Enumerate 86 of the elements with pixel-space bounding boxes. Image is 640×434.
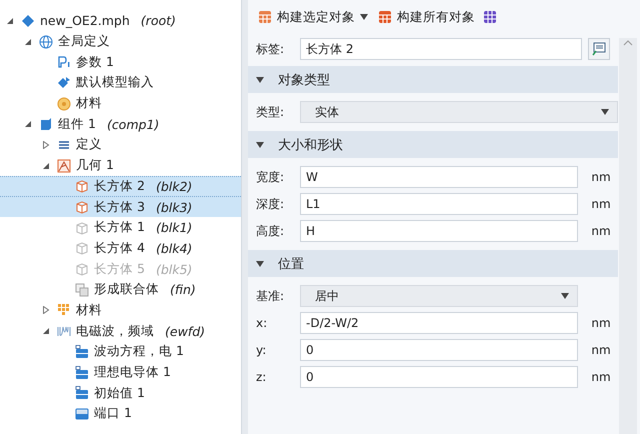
build-selected-button[interactable]: 构建选定对象: [256, 8, 370, 26]
diamond-arrow-icon: [57, 76, 71, 90]
domain-icon: [75, 344, 89, 359]
tree-item[interactable]: new_OE2.mph (root): [0, 10, 241, 31]
tree-item[interactable]: 默认模型输入: [0, 72, 241, 93]
unit-label: nm: [590, 316, 612, 330]
scrollbar[interactable]: [619, 38, 637, 434]
field-label: x:: [256, 316, 268, 330]
field-label: 基准:: [256, 288, 286, 304]
collapse-icon[interactable]: [6, 16, 14, 25]
tree-item[interactable]: 长方体 4 (blk4): [0, 238, 241, 258]
cube-icon: [75, 179, 89, 194]
unit-label: nm: [590, 197, 612, 211]
collapse-icon[interactable]: [42, 162, 50, 170]
tree-item[interactable]: 电磁波，频域 (ewfd): [0, 320, 241, 341]
collapse-icon[interactable]: [256, 140, 264, 148]
boundary-icon: [75, 406, 89, 421]
expand-icon[interactable]: [42, 140, 50, 149]
caret-icon[interactable]: [561, 292, 569, 300]
input-field[interactable]: W: [300, 166, 578, 188]
tree-item[interactable]: 全局定义: [0, 30, 241, 52]
cube-icon: [75, 241, 89, 256]
grid-icon: [378, 10, 392, 24]
tree-item[interactable]: 端口 1: [0, 403, 241, 424]
collapse-icon[interactable]: [42, 327, 50, 336]
input-field[interactable]: 0: [300, 366, 578, 388]
field-label: 标签:: [256, 40, 286, 58]
tree-item[interactable]: 长方体 1 (blk1): [0, 216, 241, 238]
tree-item[interactable]: 组件 1 (comp1): [0, 113, 241, 134]
tree-item[interactable]: 材料: [0, 92, 241, 114]
caret-icon[interactable]: [360, 13, 368, 21]
wave-icon: [57, 324, 71, 338]
dropdown[interactable]: 居中: [300, 285, 578, 307]
build-all-button[interactable]: 构建所有对象: [376, 8, 477, 26]
comment-button[interactable]: [588, 38, 610, 60]
collapse-icon[interactable]: [256, 76, 264, 84]
collapse-icon[interactable]: [24, 120, 32, 128]
cube-icon: [75, 220, 89, 235]
unit-label: nm: [590, 170, 612, 184]
input-field[interactable]: H: [300, 220, 578, 242]
cube-icon: [75, 262, 89, 276]
tree-item[interactable]: 定义: [0, 134, 241, 155]
tree-item[interactable]: 参数 1: [0, 51, 241, 72]
input-field[interactable]: -D/2-W/2: [300, 312, 578, 334]
geometry-icon: [57, 158, 71, 173]
unit-label: nm: [590, 370, 612, 384]
field-label: z:: [256, 370, 268, 384]
cube-icon: [39, 117, 53, 132]
tree-item[interactable]: 形成联合体 (fin): [0, 278, 241, 300]
grid-icon: [258, 10, 272, 24]
tree-item[interactable]: 长方体 3 (blk3): [0, 196, 241, 217]
grid-icon[interactable]: [483, 10, 497, 24]
diamond-icon: [21, 14, 35, 28]
unit-label: nm: [590, 343, 612, 357]
dropdown[interactable]: 实体: [300, 101, 618, 123]
material-icon: [57, 96, 71, 111]
tree-item[interactable]: 理想电导体 1: [0, 362, 241, 382]
note-icon: [592, 42, 606, 56]
field-label: 高度:: [256, 222, 286, 240]
input-field[interactable]: L1: [300, 193, 578, 215]
tree-item[interactable]: 长方体 2 (blk2): [0, 176, 241, 196]
section-header[interactable]: 大小和形状: [248, 131, 618, 158]
section-header[interactable]: 对象类型: [248, 66, 618, 93]
caret-icon[interactable]: [601, 108, 609, 116]
cube-icon: [75, 200, 89, 214]
field-label: 宽度:: [256, 168, 286, 186]
input-field[interactable]: 0: [300, 339, 578, 361]
field-label: y:: [256, 343, 268, 357]
materials-icon: [57, 303, 71, 318]
union-icon: [75, 282, 89, 297]
tree-item[interactable]: 材料: [0, 300, 241, 320]
field-label: 类型:: [256, 104, 286, 120]
domain-icon: [75, 366, 89, 380]
globe-icon: [39, 34, 53, 49]
label-field[interactable]: 长方体 2: [300, 38, 582, 60]
tree-item[interactable]: 几何 1: [0, 154, 241, 176]
expand-icon[interactable]: [42, 306, 50, 314]
field-label: 深度:: [256, 196, 286, 212]
unit-label: nm: [590, 224, 612, 238]
section-header[interactable]: 位置: [248, 250, 618, 277]
tree-item[interactable]: 波动方程，电 1: [0, 341, 241, 362]
domain-icon: [75, 386, 89, 400]
tree-item[interactable]: 初始值 1: [0, 382, 241, 404]
parameter-icon: [57, 55, 71, 70]
collapse-icon[interactable]: [256, 260, 264, 268]
collapse-icon[interactable]: [24, 38, 32, 46]
